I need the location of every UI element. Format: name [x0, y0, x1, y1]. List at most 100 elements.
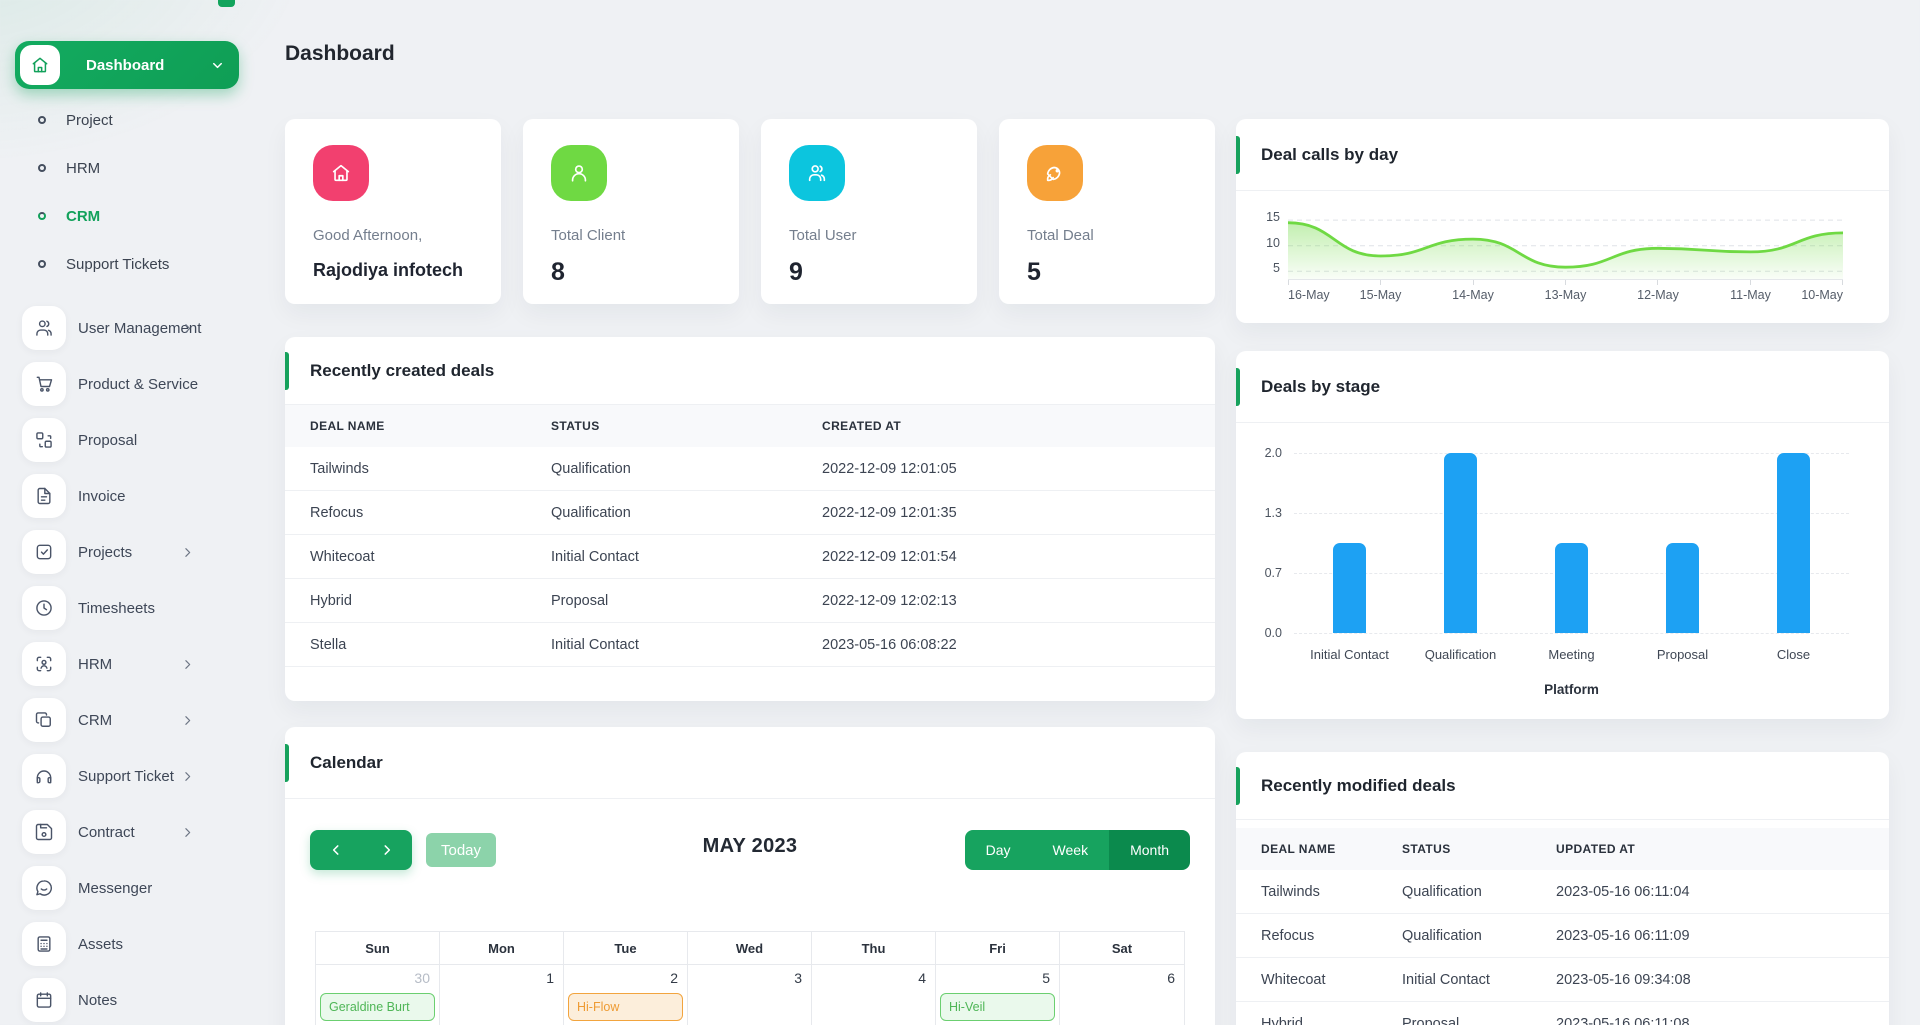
- user-icon: [551, 145, 607, 201]
- accent-bar: [1236, 368, 1240, 406]
- calendar-week-row: 30 Geraldine Burt 1 2 Hi-Flow 3 4 5 Hi-V…: [316, 964, 1184, 1025]
- sidebar-subitem-label: CRM: [66, 207, 101, 225]
- sidebar-item-label: HRM: [78, 655, 113, 673]
- view-day-button[interactable]: Day: [964, 830, 1032, 870]
- deal-status: Initial Contact: [551, 636, 639, 653]
- line-chart-x-labels: 16-May 15-May 14-May 13-May 12-May 11-Ma…: [1288, 288, 1843, 304]
- sidebar-item-crm[interactable]: CRM: [0, 692, 248, 748]
- y-tick-label: 0.0: [1264, 626, 1282, 640]
- sidebar-subitem-crm[interactable]: CRM: [0, 192, 248, 240]
- date-number: 4: [918, 970, 926, 986]
- stat-value: 9: [789, 258, 803, 286]
- sidebar-item-support-ticket[interactable]: Support Ticket: [0, 748, 248, 804]
- calendar-event[interactable]: Hi-Flow: [568, 993, 683, 1021]
- sidebar-item-contract[interactable]: Contract: [0, 804, 248, 860]
- table-row: Refocus Qualification 2022-12-09 12:01:3…: [285, 491, 1215, 535]
- sidebar-item-user-management[interactable]: User Management: [0, 300, 248, 356]
- deal-updated-at: 2023-05-16 06:11:08: [1556, 1015, 1690, 1025]
- clock-icon: [22, 586, 66, 630]
- calendar-day-cell[interactable]: 5 Hi-Veil: [936, 964, 1060, 1025]
- calendar-event[interactable]: Geraldine Burt: [320, 993, 435, 1021]
- sidebar-item-proposal[interactable]: Proposal: [0, 412, 248, 468]
- sidebar-item-label: Contract: [78, 823, 135, 841]
- chevron-right-icon: [181, 714, 194, 727]
- sidebar-item-product-service[interactable]: Product & Service: [0, 356, 248, 412]
- sidebar-subitem-label: Project: [66, 111, 113, 129]
- save-icon: [22, 810, 66, 854]
- column-header: DEAL NAME: [310, 419, 385, 433]
- sidebar-item-label: Invoice: [78, 487, 126, 505]
- deal-created-at: 2022-12-09 12:01:54: [822, 548, 957, 565]
- bar-slot: [1294, 453, 1405, 633]
- x-tick-label: Initial Contact: [1310, 647, 1389, 662]
- deal-updated-at: 2023-05-16 06:11:04: [1556, 883, 1690, 900]
- sidebar: Dashboard Project HRM CRM Support Ticket…: [0, 0, 248, 1025]
- stat-label: Good Afternoon,: [313, 227, 423, 244]
- deal-status: Initial Contact: [1402, 971, 1490, 988]
- sidebar-subitem-support-tickets[interactable]: Support Tickets: [0, 240, 248, 288]
- calendar-day-cell[interactable]: 4: [812, 964, 936, 1025]
- chevron-right-icon: [181, 546, 194, 559]
- y-tick-label: 5: [1273, 261, 1280, 275]
- stat-label: Total Deal: [1027, 227, 1094, 244]
- bar-chart-axis-title: Platform: [1544, 682, 1599, 697]
- table-header: DEAL NAME STATUS UPDATED AT: [1236, 828, 1889, 870]
- bar-chart-plot: [1294, 453, 1849, 634]
- page-title: Dashboard: [285, 42, 395, 65]
- calendar-day-header-row: Sun Mon Tue Wed Thu Fri Sat: [316, 932, 1184, 964]
- sidebar-item-assets[interactable]: Assets: [0, 916, 248, 972]
- calendar-day-cell[interactable]: 2 Hi-Flow: [564, 964, 688, 1025]
- accent-bar: [1236, 767, 1240, 805]
- card-header: Recently modified deals: [1236, 752, 1889, 820]
- table-row: Hybrid Proposal 2022-12-09 12:02:13: [285, 579, 1215, 623]
- chevron-right-icon: [181, 322, 194, 335]
- column-header: STATUS: [1402, 842, 1451, 856]
- sidebar-subitem-project[interactable]: Project: [0, 96, 248, 144]
- home-icon: [313, 145, 369, 201]
- deals-by-stage-card: Deals by stage 2.0 1.3 0.7 0.0 Initial C…: [1236, 351, 1889, 719]
- stat-label: Total User: [789, 227, 857, 244]
- sidebar-item-label: Assets: [78, 935, 124, 953]
- sidebar-item-projects[interactable]: Projects: [0, 524, 248, 580]
- sidebar-item-label: CRM: [78, 711, 113, 729]
- copy-icon: [22, 698, 66, 742]
- sidebar-item-label: Messenger: [78, 879, 153, 897]
- next-month-button[interactable]: [361, 830, 412, 870]
- bar-proposal: [1666, 543, 1699, 633]
- view-week-button[interactable]: Week: [1031, 830, 1110, 870]
- calendar-day-cell[interactable]: 1: [440, 964, 564, 1025]
- bar-qualification: [1444, 453, 1477, 633]
- sidebar-item-timesheets[interactable]: Timesheets: [0, 580, 248, 636]
- sidebar-item-invoice[interactable]: Invoice: [0, 468, 248, 524]
- sidebar-item-hrm[interactable]: HRM: [0, 636, 248, 692]
- calendar-day-cell[interactable]: 6: [1060, 964, 1184, 1025]
- deal-calls-by-day-card: Deal calls by day 15 10 5 16-May 15-May …: [1236, 119, 1889, 323]
- calendar-day-cell[interactable]: 3: [688, 964, 812, 1025]
- day-header: Sun: [316, 932, 440, 964]
- sidebar-item-dashboard[interactable]: Dashboard: [15, 41, 239, 89]
- sidebar-item-messenger[interactable]: Messenger: [0, 860, 248, 916]
- table-row: Whitecoat Initial Contact 2022-12-09 12:…: [285, 535, 1215, 579]
- date-number: 3: [794, 970, 802, 986]
- view-month-button[interactable]: Month: [1109, 830, 1190, 870]
- deal-name: Tailwinds: [1261, 883, 1320, 900]
- chat-icon: [22, 866, 66, 910]
- deal-status: Proposal: [1402, 1015, 1460, 1025]
- deal-status: Proposal: [551, 592, 609, 609]
- deal-created-at: 2023-05-16 06:08:22: [822, 636, 957, 653]
- table-row: Whitecoat Initial Contact 2023-05-16 09:…: [1236, 958, 1889, 1002]
- y-tick-label: 2.0: [1264, 446, 1282, 460]
- deal-status: Initial Contact: [551, 548, 639, 565]
- deal-name: Whitecoat: [310, 548, 375, 565]
- table-row: Tailwinds Qualification 2022-12-09 12:01…: [285, 447, 1215, 491]
- deal-created-at: 2022-12-09 12:02:13: [822, 592, 957, 609]
- sidebar-subitem-hrm[interactable]: HRM: [0, 144, 248, 192]
- bullet-icon: [38, 164, 46, 172]
- sidebar-subitem-label: HRM: [66, 159, 101, 177]
- today-button[interactable]: Today: [426, 833, 497, 867]
- prev-month-button[interactable]: [310, 830, 361, 870]
- sidebar-item-notes[interactable]: Notes: [0, 972, 248, 1025]
- column-header: DEAL NAME: [1261, 842, 1336, 856]
- calendar-event[interactable]: Hi-Veil: [940, 993, 1055, 1021]
- calendar-day-cell[interactable]: 30 Geraldine Burt: [316, 964, 440, 1025]
